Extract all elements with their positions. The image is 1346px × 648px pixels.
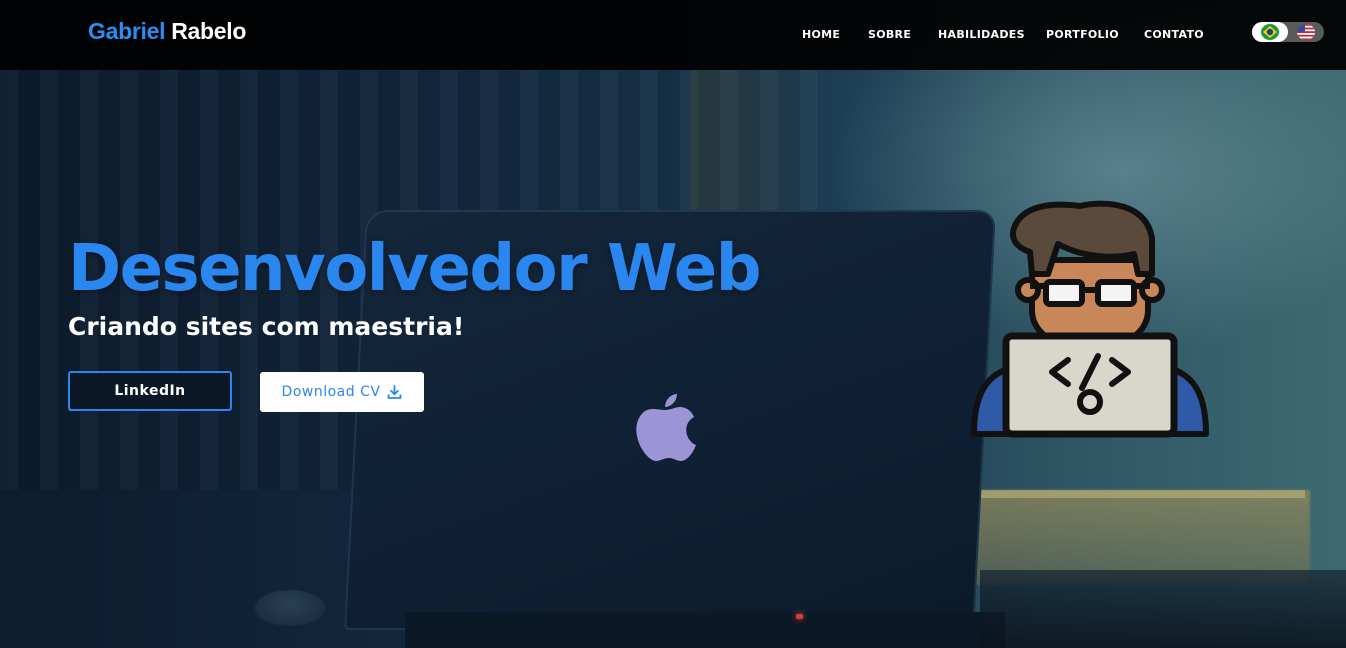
nav-item-sobre[interactable]: SOBRE <box>868 28 911 41</box>
background-desk-edge <box>960 490 1305 498</box>
navbar: Gabriel Rabelo HOME SOBRE HABILIDADES PO… <box>0 0 1346 70</box>
nav-item-portfolio[interactable]: PORTFOLIO <box>1046 28 1119 41</box>
nav-item-habilidades[interactable]: HABILIDADES <box>938 28 1025 41</box>
linkedin-button[interactable]: LinkedIn <box>68 371 232 411</box>
download-cv-button[interactable]: Download CV <box>260 372 424 412</box>
download-icon <box>388 384 402 399</box>
background-mouse <box>255 590 325 626</box>
brazil-flag-icon[interactable] <box>1261 24 1279 40</box>
background-laptop-base <box>405 612 1005 648</box>
background-led <box>796 614 803 619</box>
background-cables <box>980 570 1346 648</box>
nav-item-contato[interactable]: CONTATO <box>1144 28 1204 41</box>
linkedin-button-label: LinkedIn <box>114 383 186 399</box>
apple-logo-icon <box>636 394 696 461</box>
language-toggle[interactable] <box>1252 22 1324 42</box>
nav-item-home[interactable]: HOME <box>802 28 840 41</box>
developer-avatar-icon <box>971 200 1209 438</box>
usa-flag-icon[interactable] <box>1297 24 1315 40</box>
hero-title: Desenvolvedor Web <box>68 232 762 306</box>
download-cv-button-label: Download CV <box>281 384 381 400</box>
hero-subtitle: Criando sites com maestria! <box>68 312 465 341</box>
nav-menu: HOME SOBRE HABILIDADES PORTFOLIO CONTATO <box>0 28 1346 42</box>
